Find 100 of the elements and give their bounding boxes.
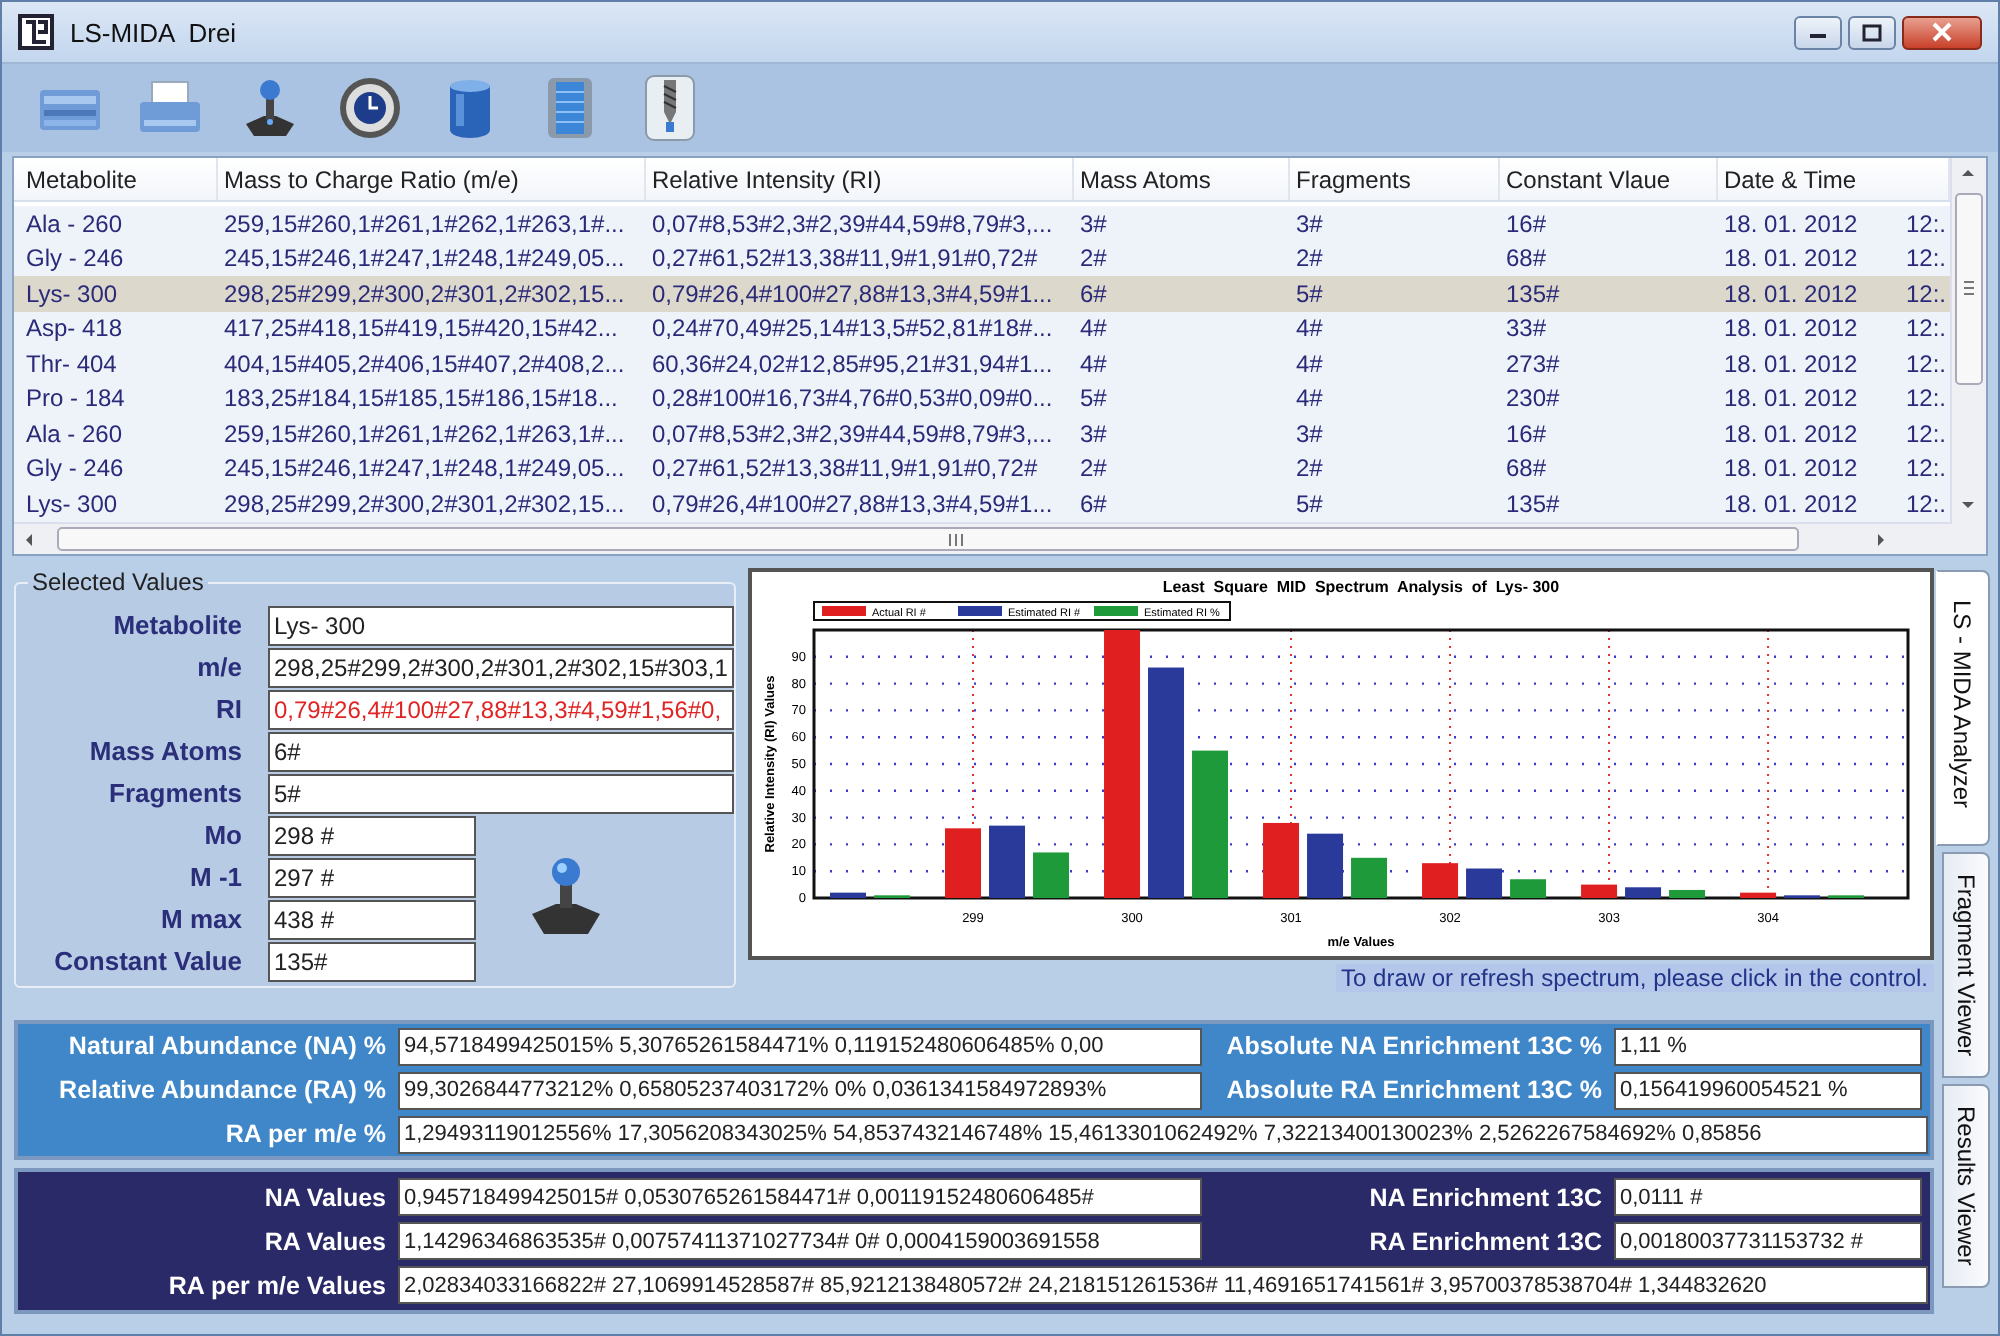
value-field[interactable]: 1,14296346863535# 0,00757411371027734# 0# 0,0004159003691558 (398, 1222, 1202, 1260)
table-cell-text: 0,07#8,53#2,3#2,39#44,59#8,79#3,... (650, 419, 1055, 448)
table-cell-text: 12:. (1904, 209, 1949, 238)
table-cell-text: 18. 01. 2012 (1722, 244, 1860, 273)
field-label: M max (159, 904, 242, 934)
table-cell-text: 298,25#299,2#300,2#301,2#302,15... (222, 489, 627, 518)
table-cell-text: 5# (1078, 384, 1109, 413)
field-label: NA Enrichment 13C (1367, 1183, 1602, 1211)
field-label: Mo (202, 820, 242, 850)
value-field[interactable]: 0,0111 # (1614, 1178, 1922, 1216)
table-row[interactable]: Asp- 418 417,25#418,15#419,15#420,15#42... 0,24#70,49#25,14#13,5#52,81#18#... 4# 4# 33# 18. 01. 2012 12:. (14, 311, 1950, 346)
table-cell-text: 6# (1078, 279, 1109, 308)
value-field[interactable]: Lys- 300 (268, 605, 734, 645)
group-title: Selected Values (30, 568, 206, 596)
table-row[interactable]: Lys- 300 298,25#299,2#300,2#301,2#302,15... 0,79#26,4#100#27,88#13,3#4,59#1... 6# 5# 135# 18. 01. 2012 12:. (14, 486, 1950, 521)
table-cell-text: 245,15#246,1#247,1#248,1#249,05... (222, 244, 627, 273)
value-field[interactable]: 6# (268, 731, 734, 771)
table-row[interactable]: Pro - 184 183,25#184,15#185,15#186,15#18... 0,28#100#16,73#4,76#0,53#0,09#0... 5# 4# 230# 18. 01. 2012 12:. (14, 381, 1950, 416)
dial-icon[interactable] (336, 74, 404, 142)
table-cell-text: 12:. (1904, 454, 1949, 483)
table-cell-text: Gly - 246 (24, 244, 126, 273)
field-label: Mass Atoms (87, 736, 242, 766)
table-cell-text: 0,79#26,4#100#27,88#13,3#4,59#1... (650, 489, 1055, 518)
table-cell-text: 4# (1078, 314, 1109, 343)
value-field[interactable]: 2,02834033166822# 27,1069914528587# 85,9212138480572# 24,218151261536# 11,4691651741561# 3,95700378538704# 1,344832620 (398, 1266, 1928, 1304)
value-field[interactable]: 298 # (268, 815, 476, 855)
table-cell-text: 12:. (1904, 244, 1949, 273)
field-label: Metabolite (111, 610, 242, 640)
maximize-icon (1862, 23, 1882, 41)
table-cell-text: 68# (1504, 454, 1549, 483)
side-tab[interactable]: Results Viewer (1942, 1084, 1990, 1289)
close-button[interactable] (1902, 15, 1982, 49)
column-header[interactable]: Mass to Charge Ratio (m/e) (218, 158, 646, 200)
table-cell-text: 12:. (1904, 279, 1949, 308)
table-row[interactable]: Gly - 246 245,15#246,1#247,1#248,1#249,05... 0,27#61,52#13,38#11,9#1,91#0,72# 2# 2# 68# 18. 01. 2012 12:. (14, 241, 1950, 276)
column-header[interactable]: Relative Intensity (RI) (646, 158, 1074, 200)
value-field[interactable]: 298,25#299,2#300,2#301,2#302,15#303,1 (268, 647, 734, 687)
table-cell-text: Ala - 260 (24, 209, 125, 238)
table-cell-text: 230# (1504, 384, 1562, 413)
value-field[interactable]: 297 # (268, 857, 476, 897)
field-label: RA Enrichment 13C (1367, 1227, 1602, 1255)
table-cell-text: 135# (1504, 489, 1562, 518)
table-cell-text: 18. 01. 2012 (1722, 419, 1860, 448)
table-cell-text: 18. 01. 2012 (1722, 454, 1860, 483)
table-cell-text: Gly - 246 (24, 454, 126, 483)
value-field[interactable]: 5# (268, 773, 734, 813)
table-cell-text: 4# (1294, 384, 1325, 413)
value-field[interactable]: 1,29493119012556% 17,3056208343025% 54,8537432146748% 15,4613301062492% 7,32213400130023% 2,5262267584692% 0,85856 (398, 1115, 1928, 1153)
table-cell-text: 18. 01. 2012 (1722, 349, 1860, 378)
table-row[interactable]: Ala - 260 259,15#260,1#261,1#262,1#263,1#... 0,07#8,53#2,3#2,39#44,59#8,79#3,... 3# 3# 16# 18. 01. 2012 12:. (14, 206, 1950, 241)
column-header[interactable]: Mass Atoms (1074, 158, 1290, 200)
value-field[interactable]: 438 # (268, 899, 476, 939)
table-cell-text: Thr- 404 (24, 349, 119, 378)
value-field[interactable]: 135# (268, 941, 476, 981)
table-cell-text: 18. 01. 2012 (1722, 279, 1860, 308)
table-cell-text: 273# (1504, 349, 1562, 378)
minimize-button[interactable] (1794, 15, 1842, 49)
table-cell-text: 18. 01. 2012 (1722, 209, 1860, 238)
value-field[interactable]: 99,3026844773212% 0,65805237403172% 0% 0,0361341584972893% (398, 1071, 1202, 1109)
side-tab[interactable]: LS - MIDA Analyzer (1936, 570, 1990, 847)
table-cell-text: 68# (1504, 244, 1549, 273)
table-cell-text: 12:. (1904, 384, 1949, 413)
table-cell-text: 0,27#61,52#13,38#11,9#1,91#0,72# (650, 454, 1040, 483)
field-label: NA Values (262, 1183, 386, 1211)
table-cell-text: 0,27#61,52#13,38#11,9#1,91#0,72# (650, 244, 1040, 273)
table-cell-text: 3# (1078, 419, 1109, 448)
table-cell-text: 183,25#184,15#185,15#186,15#18... (222, 384, 620, 413)
column-header[interactable]: Constant Vlaue (1500, 158, 1718, 200)
table-cell-text: 2# (1078, 454, 1109, 483)
value-field[interactable]: 0,156419960054521 % (1614, 1071, 1922, 1109)
table-cell-text: 5# (1294, 279, 1325, 308)
table-cell-text: 12:. (1904, 349, 1949, 378)
table-cell-text: Lys- 300 (24, 279, 120, 308)
table-cell-text: 0,28#100#16,73#4,76#0,53#0,09#0... (650, 384, 1055, 413)
field-label: RA per m/e % (223, 1120, 386, 1148)
vertical-scrollbar[interactable] (1950, 158, 1986, 524)
table-cell-text: Ala - 260 (24, 419, 125, 448)
table-cell-text: 3# (1294, 419, 1325, 448)
horizontal-scrollbar[interactable] (14, 522, 1986, 554)
value-field[interactable]: 94,5718499425015% 5,30765261584471% 0,119152480606485% 0,00 (398, 1027, 1202, 1065)
value-field[interactable]: 0,945718499425015# 0,0530765261584471# 0,00119152480606485# (398, 1178, 1202, 1216)
value-field[interactable]: 1,11 % (1614, 1027, 1922, 1065)
side-tab[interactable]: Fragment Viewer (1942, 852, 1990, 1079)
value-field[interactable]: 0,79#26,4#100#27,88#13,3#4,59#1,56#0, (268, 689, 734, 729)
table-row[interactable]: Thr- 404 404,15#405,2#406,15#407,2#408,2... 60,36#24,02#12,85#95,21#31,94#1... 4# 4# 273# 18. 01. 2012 12:. (14, 346, 1950, 381)
table-cell-text: 0,07#8,53#2,3#2,39#44,59#8,79#3,... (650, 209, 1055, 238)
table-cell-text: 2# (1294, 244, 1325, 273)
table-row[interactable]: Ala - 260 259,15#260,1#261,1#262,1#263,1#... 0,07#8,53#2,3#2,39#44,59#8,79#3,... 3# 3# 16# 18. 01. 2012 12:. (14, 416, 1950, 451)
table-cell-text: 60,36#24,02#12,85#95,21#31,94#1... (650, 349, 1055, 378)
column-header[interactable]: Metabolite (20, 158, 218, 200)
value-field[interactable]: 0,00180037731153732 # (1614, 1222, 1922, 1260)
column-header[interactable]: Fragments (1290, 158, 1500, 200)
table-cell-text: Lys- 300 (24, 489, 120, 518)
table-row[interactable]: Gly - 246 245,15#246,1#247,1#248,1#249,05... 0,27#61,52#13,38#11,9#1,91#0,72# 2# 2# 68# 18. 01. 2012 12:. (14, 451, 1950, 486)
table-cell-text: 16# (1504, 209, 1549, 238)
field-label: Relative Abundance (RA) % (57, 1076, 386, 1104)
table-cell-text: Asp- 418 (24, 314, 125, 343)
window-title: LS-MIDA Drei (70, 17, 239, 47)
table-row[interactable]: Lys- 300 298,25#299,2#300,2#301,2#302,15... 0,79#26,4#100#27,88#13,3#4,59#1... 6# 5# 135# 18. 01. 2012 12:. (14, 276, 1950, 311)
maximize-button[interactable] (1848, 15, 1896, 49)
